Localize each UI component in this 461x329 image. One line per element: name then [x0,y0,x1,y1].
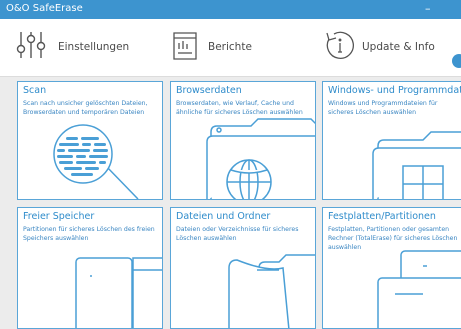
tile-hard-disks-partitions-title: Festplatten/Partitionen [328,211,436,222]
toolbar-reports[interactable]: Berichte [155,19,305,76]
tile-files-folders-description: Dateien oder Verzeichnisse für sicheres … [176,226,299,242]
tile-browser-data[interactable]: Browserdaten Browserdaten, wie Verlauf, … [170,81,316,200]
settings-sliders-icon [16,32,46,58]
tile-windows-program-data-title: Windows- und Programmdaten [328,85,461,96]
tile-windows-program-data-description: Windows und Programmdateien für sicheres… [328,100,438,116]
toolbar-settings-label: Einstellungen [58,41,130,53]
update-info-icon [326,31,354,59]
toolbar: Einstellungen Berichte Update & Info [0,19,461,77]
toolbar-update-info-label: Update & Info [362,41,435,53]
tile-free-space[interactable]: Freier Speicher Partitionen für sicheres… [17,207,163,329]
tile-hard-disks-partitions[interactable]: Festplatten/Partitionen Festplatten, Par… [322,207,461,329]
tile-free-space-description: Partitionen für sicheres Löschen des fre… [23,226,155,242]
tile-scan-description: Scan nach unsicher gelöschten Dateien, B… [23,100,148,116]
tile-windows-program-data[interactable]: Windows- und Programmdaten Windows und P… [322,81,461,200]
tile-files-folders-title: Dateien und Ordner [176,211,271,222]
tile-scan-title: Scan [23,85,47,96]
minimize-button[interactable]: – [425,2,431,15]
tile-scan[interactable]: Scan Scan nach unsicher gelöschten Datei… [17,81,163,200]
tile-hard-disks-partitions-description: Festplatten, Partitionen oder gesamten R… [328,226,458,251]
reports-icon [173,32,197,60]
tile-browser-data-title: Browserdaten [176,85,242,96]
window-title: O&O SafeErase [6,3,83,14]
toolbar-update-info[interactable]: Update & Info [315,19,455,76]
help-badge-icon[interactable] [452,54,461,68]
toolbar-settings[interactable]: Einstellungen [0,19,150,76]
tile-files-folders[interactable]: Dateien und Ordner Dateien oder Verzeich… [170,207,316,329]
tile-free-space-title: Freier Speicher [23,211,95,222]
tile-browser-data-description: Browserdaten, wie Verlauf, Cache und ähn… [176,100,303,116]
title-bar: O&O SafeErase – [0,0,461,19]
toolbar-reports-label: Berichte [208,41,252,53]
